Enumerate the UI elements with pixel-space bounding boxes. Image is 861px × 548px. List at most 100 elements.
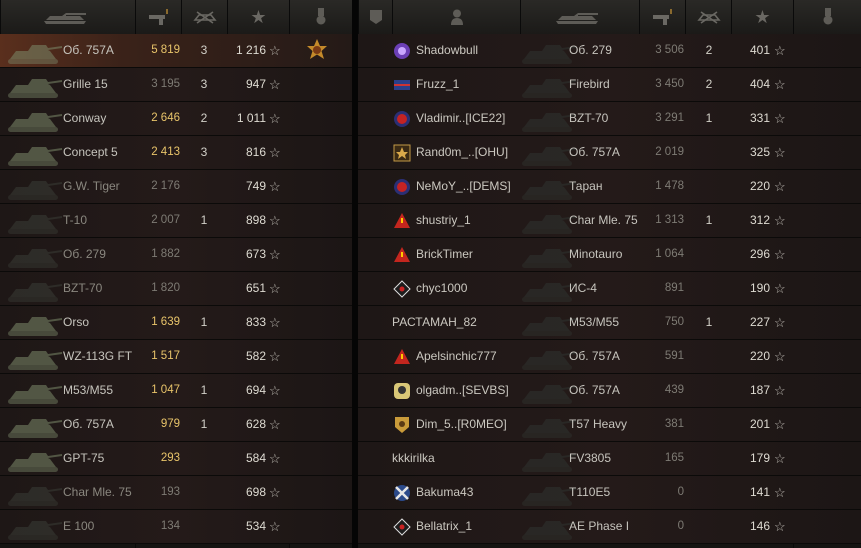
right-team-row[interactable]: РАСТАМАН_82 M53/M55 750 1 227 ☆ [358, 306, 861, 340]
damage-column-header[interactable] [639, 0, 685, 34]
right-team-row[interactable]: Rand0m_..[OHU] Об. 757А 2 019 325 ☆ [358, 136, 861, 170]
vehicle-name: Char Mle. 75 [63, 485, 132, 499]
frags-value [194, 510, 214, 543]
player-name: chyc1000 [416, 281, 468, 295]
left-team-row[interactable]: Char Mle. 75 193 698 ☆ [0, 476, 352, 510]
damage-value: 1 313 [655, 214, 684, 226]
star-icon: ☆ [269, 213, 281, 228]
right-team-row[interactable]: Bellatrix_1 AE Phase I 0 146 ☆ [358, 510, 861, 544]
damage-value: 1 517 [151, 350, 180, 362]
xp-value: 146 [749, 519, 770, 533]
left-team-row[interactable]: Об. 757А 5 819 3 1 216 ☆ [0, 34, 352, 68]
red-clan-icon [393, 110, 411, 128]
damage-value: 3 291 [655, 112, 684, 124]
star-icon: ☆ [269, 451, 281, 466]
left-team-row[interactable]: BZT-70 1 820 651 ☆ [0, 272, 352, 306]
right-team-row[interactable]: chyc1000 ИС-4 891 190 ☆ [358, 272, 861, 306]
left-team-row[interactable]: GPT-75 293 584 ☆ [0, 442, 352, 476]
medal-column-header[interactable] [289, 0, 352, 34]
xp-column-header[interactable]: ★ [731, 0, 793, 34]
star-icon: ☆ [269, 43, 281, 58]
right-team-row[interactable]: Dim_5..[R0MEO] T57 Heavy 381 201 ☆ [358, 408, 861, 442]
xp-value: 227 [749, 315, 770, 329]
player-name: Shadowbull [416, 43, 479, 57]
frags-column-header[interactable] [181, 0, 227, 34]
right-team-row[interactable]: Bakuma43 T110E5 0 141 ☆ [358, 476, 861, 510]
medal-column-header[interactable] [793, 0, 861, 34]
frags-value: 1 [200, 213, 208, 227]
frags-value [194, 272, 214, 305]
player-column-header[interactable] [392, 0, 520, 34]
frags-column-header[interactable] [685, 0, 731, 34]
damage-value: 979 [160, 418, 180, 430]
xp-value: 201 [749, 417, 770, 431]
flag-clan-icon [393, 76, 411, 94]
right-team-row[interactable]: Shadowbull Об. 279 3 506 2 401 ☆ [358, 34, 861, 68]
star-icon: ☆ [774, 485, 786, 500]
xp-column-header[interactable]: ★ [227, 0, 289, 34]
vehicle-name: Об. 757А [63, 417, 114, 431]
damage-value: 3 506 [655, 44, 684, 56]
vehicle-name: Об. 757А [569, 349, 620, 363]
player-name: BrickTimer [416, 247, 473, 261]
vehicle-name: Conway [63, 111, 107, 125]
right-team-header: ★ [358, 0, 861, 35]
frags-value [699, 238, 719, 271]
damage-value: 1 882 [151, 248, 180, 260]
left-team-row[interactable]: Orso 1 639 1 833 ☆ [0, 306, 352, 340]
tank-column-header[interactable] [520, 0, 639, 34]
frags-value: 2 [200, 111, 208, 125]
tank-column-header[interactable] [0, 0, 135, 34]
player-name: РАСТАМАН_82 [392, 315, 477, 329]
frags-value: 2 [705, 43, 713, 57]
frags-value: 1 [200, 383, 208, 397]
right-team-row[interactable]: Vladimir..[ICE22] BZT-70 3 291 1 331 ☆ [358, 102, 861, 136]
star-icon: ☆ [774, 145, 786, 160]
medal-icon[interactable] [306, 39, 328, 61]
left-team-row[interactable]: M53/M55 1 047 1 694 ☆ [0, 374, 352, 408]
vehicle-name: T110E5 [569, 485, 611, 499]
left-team-row[interactable]: T-10 2 007 1 898 ☆ [0, 204, 352, 238]
vehicle-name: Firebird [569, 77, 610, 91]
left-team-row[interactable]: G.W. Tiger 2 176 749 ☆ [0, 170, 352, 204]
right-team-row[interactable]: shustriy_1 Char Mle. 75 1 313 1 312 ☆ [358, 204, 861, 238]
xp-value: 401 [749, 43, 770, 57]
vehicle-icon [4, 241, 64, 269]
left-team-row[interactable]: Об. 757А 979 1 628 ☆ [0, 408, 352, 442]
left-team-row[interactable]: Concept 5 2 413 3 816 ☆ [0, 136, 352, 170]
purple-clan-icon [393, 42, 411, 60]
damage-value: 2 019 [655, 146, 684, 158]
right-team-row[interactable]: kkkirilka FV3805 165 179 ☆ [358, 442, 861, 476]
vehicle-name: M53/M55 [569, 315, 620, 329]
player-name: olgadm..[SEVBS] [416, 383, 509, 397]
damage-value: 1 047 [151, 384, 180, 396]
left-team-row[interactable]: E 100 134 534 ☆ [0, 510, 352, 544]
left-team-row[interactable]: WZ-113G FT 1 517 582 ☆ [0, 340, 352, 374]
xp-value: 179 [749, 451, 770, 465]
frags-value [194, 238, 214, 271]
frags-value: 2 [705, 77, 713, 91]
diamond-clan-icon [393, 280, 411, 298]
damage-value: 1 064 [655, 248, 684, 260]
vehicle-name: M53/M55 [63, 383, 114, 397]
frags-value: 3 [200, 145, 208, 159]
right-team-row[interactable]: Apelsinchic777 Об. 757А 591 220 ☆ [358, 340, 861, 374]
damage-column-header[interactable] [135, 0, 181, 34]
right-team-row[interactable]: BrickTimer Minotauro 1 064 296 ☆ [358, 238, 861, 272]
right-team-row[interactable]: olgadm..[SEVBS] Об. 757А 439 187 ☆ [358, 374, 861, 408]
damage-value: 2 007 [151, 214, 180, 226]
right-team-row[interactable]: Fruzz_1 Firebird 3 450 2 404 ☆ [358, 68, 861, 102]
left-team-row[interactable]: Grille 15 3 195 3 947 ☆ [0, 68, 352, 102]
frags-value [194, 442, 214, 475]
left-team-row[interactable]: Conway 2 646 2 1 011 ☆ [0, 102, 352, 136]
left-team-row[interactable]: Об. 279 1 882 673 ☆ [0, 238, 352, 272]
rank-column-header[interactable] [358, 0, 392, 34]
diamond-clan-icon [393, 518, 411, 536]
frags-value [699, 374, 719, 407]
damage-value: 3 195 [151, 78, 180, 90]
destroyed-icon [192, 11, 217, 24]
vehicle-name: FV3805 [569, 451, 612, 465]
frags-value [699, 170, 719, 203]
vehicle-icon [4, 37, 64, 65]
right-team-row[interactable]: NeMoY_..[DEMS] Таран 1 478 220 ☆ [358, 170, 861, 204]
